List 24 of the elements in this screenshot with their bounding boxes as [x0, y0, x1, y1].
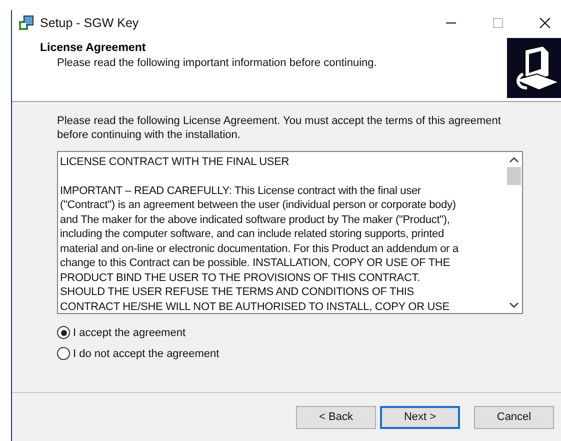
setup-icon: [18, 14, 34, 30]
scroll-up-icon[interactable]: [509, 156, 519, 164]
license-text-line: ("Contract") is an agreement between the user (individual person or corporate body): [60, 198, 457, 212]
license-text-line: IMPORTANT – READ CAREFULLY: This License contract with the final user: [60, 184, 422, 198]
instruction-text: Please read the following License Agreement. You must accept the terms of this agreement before continuing with the installation.: [57, 114, 502, 142]
dialog-button[interactable]: < Back: [296, 406, 376, 428]
license-text-line: SHOULD THE USER REFUSE THE TERMS AND CONDITIONS OF THIS: [60, 285, 415, 300]
license-text-line: material and on-line or electronic documentation. For this Product an addendum or a: [60, 242, 460, 256]
dialog-button[interactable]: Cancel: [474, 406, 554, 428]
radio-option[interactable]: I do not accept the agreement: [57, 347, 561, 360]
page-title: License Agreement: [40, 42, 147, 54]
dialog-button[interactable]: Next >: [380, 406, 460, 428]
license-text-line: PRODUCT BIND THE USER TO THE PROVISIONS OF THIS CONTRACT.: [60, 270, 422, 285]
license-text-line: including the computer software, and can include related storing supports, printed: [60, 227, 445, 242]
radio-option[interactable]: I accept the agreement: [57, 326, 561, 339]
license-text-line: and The maker for the above indicated software product by The maker ("Product"),: [60, 212, 451, 227]
close-icon[interactable]: [539, 16, 551, 28]
scroll-thumb[interactable]: [507, 167, 521, 185]
license-text-line: CONTRACT HE/SHE WILL NOT BE AUTHORISED TO INSTALL, COPY OR USE: [60, 300, 450, 313]
scroll-down-icon[interactable]: [509, 301, 519, 309]
license-text-line: change to this Contract can be possible. INSTALLATION, COPY OR USE OF THE: [60, 256, 451, 270]
window-title: Setup - SGW Key: [40, 16, 139, 30]
page-subtitle: Please read the following important information before continuing.: [56, 57, 378, 69]
license-text-line: LICENSE CONTRACT WITH THE FINAL USER: [60, 155, 290, 170]
